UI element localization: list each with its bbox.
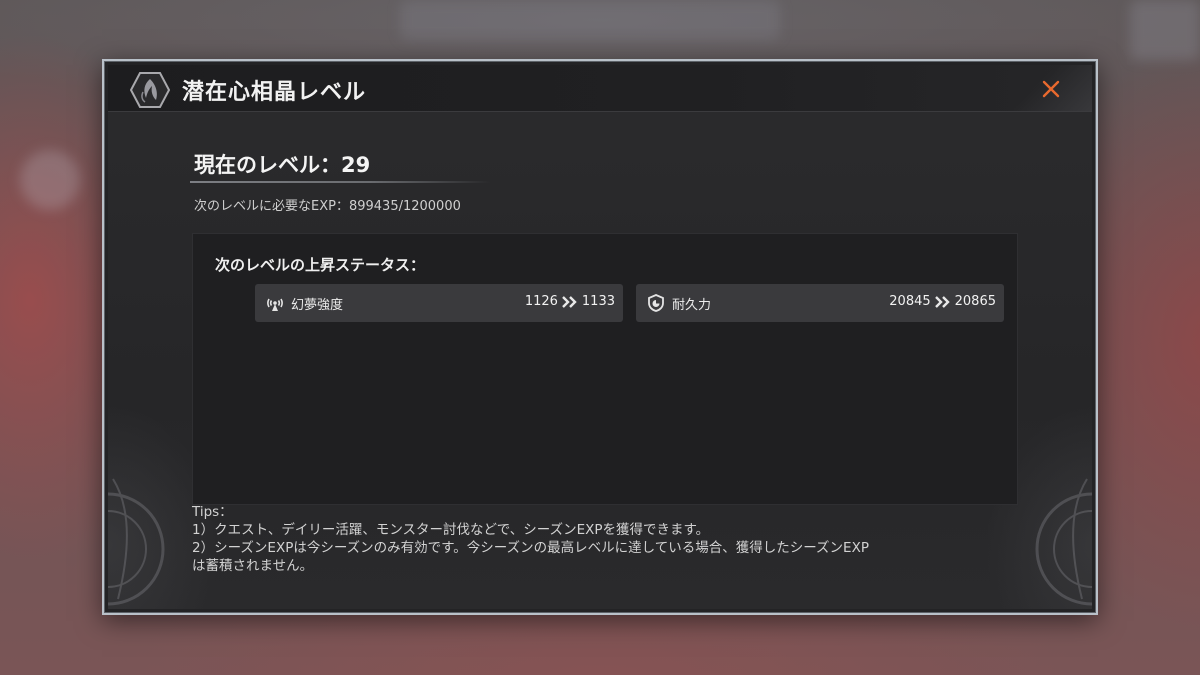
stat-label: 耐久力 [672,298,712,313]
tips-heading: Tips： [192,504,233,520]
close-icon[interactable] [1040,78,1062,100]
stat-values: 20845 20865 [889,294,996,309]
current-level-text: 現在のレベル：29 [194,153,371,177]
level-underline [190,181,490,183]
stat-from-value: 1126 [524,294,558,309]
dialog-header: 潜在心相晶レベル [108,65,1092,112]
double-chevron-icon [562,295,577,308]
stat-values: 1126 1133 [525,294,615,309]
stat-to-value: 1133 [581,294,615,309]
shield-icon [648,294,664,312]
tip-line: 1）クエスト、デイリー活躍、モンスター討伐などで、シーズンEXPを獲得できます。 [192,522,710,538]
ornament-left [108,478,165,606]
stats-heading: 次のレベルの上昇ステータス： [215,256,426,274]
double-chevron-icon [934,295,950,308]
exp-requirement-text: 次のレベルに必要なEXP：899435/1200000 [194,199,461,214]
tips-section: Tips： 1）クエスト、デイリー活躍、モンスター討伐などで、シーズンEXPを獲… [192,503,1022,575]
stat-card-dream-strength: 幻夢強度 1126 1133 [255,284,623,322]
next-level-stats-panel: 次のレベルの上昇ステータス： 幻夢強度 1126 1133 耐久力 20845 … [192,233,1018,505]
stat-label: 幻夢強度 [291,298,344,313]
stat-to-value: 20865 [954,294,996,309]
dialog-title: 潜在心相晶レベル [182,80,367,105]
stat-from-value: 20845 [889,294,931,309]
crystal-emblem-icon [130,72,170,108]
stat-card-durability: 耐久力 20845 20865 [636,284,1004,322]
ornament-right [1035,478,1092,606]
crystal-level-dialog: 潜在心相晶レベル 現在のレベル：29 次のレベルに必要なEXP：899435/1… [102,59,1098,615]
radar-signal-icon [267,298,283,311]
tip-line: 2）シーズンEXPは今シーズンのみ有効です。今シーズンの最高レベルに達している場… [192,540,869,556]
tip-line: は蓄積されません。 [192,558,314,574]
dialog-body: 潜在心相晶レベル 現在のレベル：29 次のレベルに必要なEXP：899435/1… [108,65,1092,609]
